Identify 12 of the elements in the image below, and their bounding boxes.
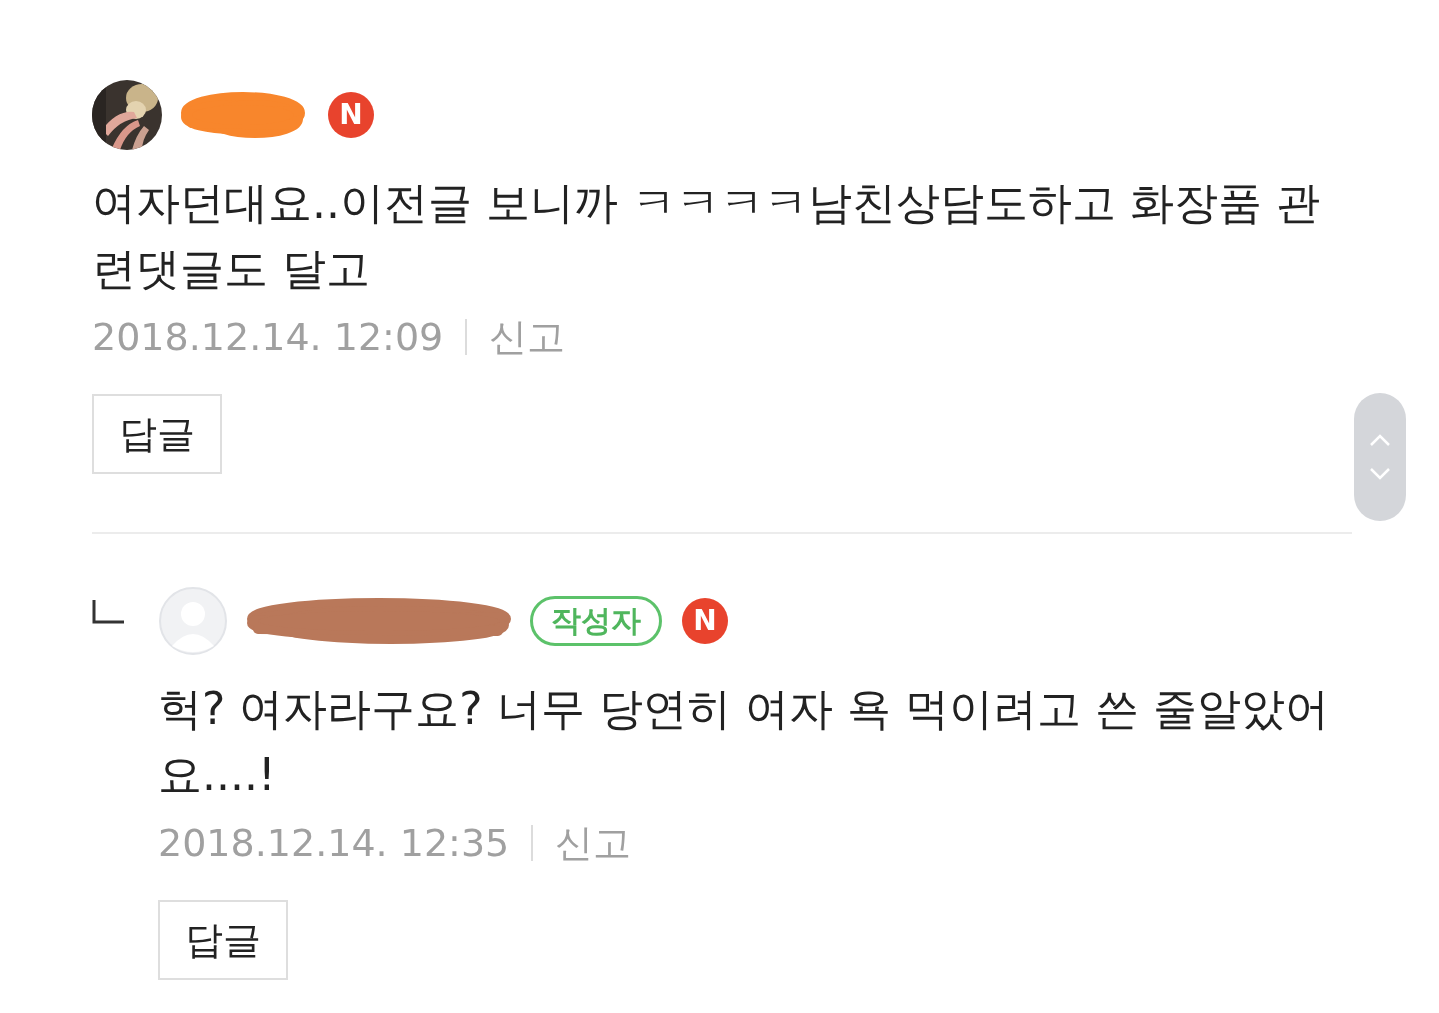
default-avatar-icon (158, 586, 228, 656)
author-badge: 작성자 (530, 596, 662, 646)
chevron-down-icon[interactable] (1369, 468, 1391, 480)
comment-text: 여자던대요..이전글 보니까 ㅋㅋㅋㅋ남친상담도하고 화장품 관련댓글도 달고 (92, 176, 1321, 296)
reply-button[interactable]: 답글 (92, 394, 222, 474)
comment-date: 2018.12.14. 12:35 (158, 820, 510, 866)
reply-button[interactable]: 답글 (158, 900, 288, 980)
chevron-up-icon[interactable] (1369, 434, 1391, 446)
comment-text: 헉? 여자라구요? 너무 당연히 여자 욕 먹이려고 쓴 줄알았어요....! (158, 682, 1330, 802)
new-badge: N (682, 598, 728, 644)
comment-date: 2018.12.14. 12:09 (92, 314, 444, 360)
new-badge: N (328, 92, 374, 138)
